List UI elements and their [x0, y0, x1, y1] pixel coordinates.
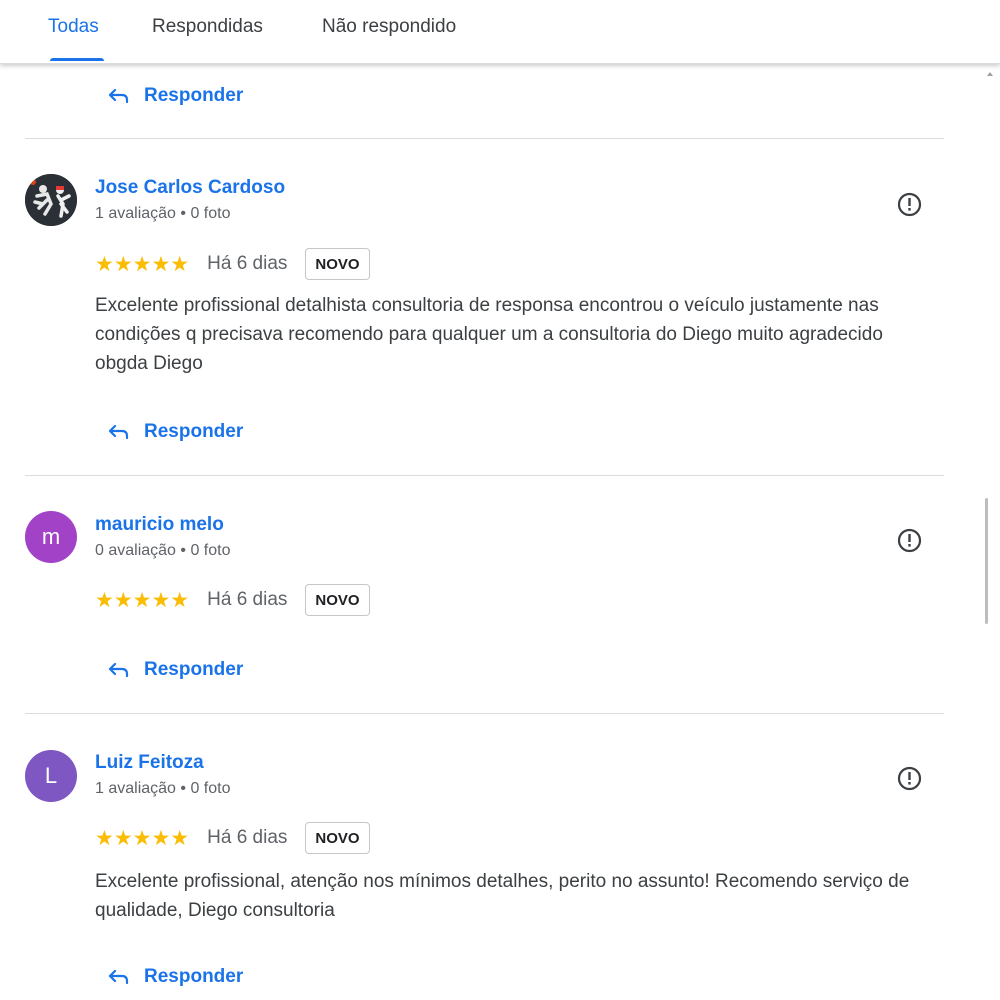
reviewer-photo: [25, 174, 77, 226]
rating-row: ★★★★★ Há 6 dias NOVO: [95, 247, 370, 281]
reviews-page: Todas Respondidas Não respondido Respond…: [0, 0, 1000, 1000]
star-rating: ★★★★★: [95, 826, 190, 850]
review-filter-tabs: Todas Respondidas Não respondido: [0, 0, 1000, 64]
reply-button[interactable]: Responder: [108, 655, 243, 685]
tab-nao-respondido[interactable]: Não respondido: [322, 16, 456, 64]
reviewer-name[interactable]: mauricio melo: [95, 514, 224, 536]
tab-label: Não respondido: [322, 16, 457, 37]
star-rating: ★★★★★: [95, 588, 190, 612]
reply-arrow-icon: [108, 88, 129, 104]
new-badge: NOVO: [305, 584, 370, 616]
review-divider: [25, 138, 944, 139]
star-rating: ★★★★★: [95, 252, 190, 276]
review-date: Há 6 dias: [207, 827, 288, 848]
report-exclamation-icon[interactable]: [896, 527, 923, 554]
review-divider: [25, 475, 944, 476]
scrollbar[interactable]: [983, 64, 1000, 1000]
reply-button[interactable]: Responder: [108, 81, 243, 111]
tab-respondidas[interactable]: Respondidas: [152, 16, 263, 64]
report-exclamation-icon[interactable]: [896, 191, 923, 218]
avatar-letter: m: [41, 524, 61, 549]
review-text: Excelente profissional, atenção nos míni…: [95, 871, 910, 921]
new-badge: NOVO: [305, 248, 370, 280]
tab-label: Todas: [48, 16, 99, 37]
review-date: Há 6 dias: [207, 589, 288, 610]
reviewer-meta: 1 avaliação • 0 foto: [95, 205, 231, 222]
reviewer-meta: 0 avaliação • 0 foto: [95, 542, 231, 559]
avatar[interactable]: [25, 174, 77, 226]
reply-button[interactable]: Responder: [108, 962, 243, 992]
reply-arrow-icon: [108, 969, 129, 985]
scrollbar-thumb[interactable]: [985, 498, 988, 624]
reply-label: Responder: [144, 421, 244, 442]
rating-row: ★★★★★ Há 6 dias NOVO: [95, 821, 370, 855]
tab-label: Respondidas: [152, 16, 263, 37]
avatar[interactable]: m: [25, 511, 77, 563]
review-date: Há 6 dias: [207, 253, 288, 274]
tab-todas[interactable]: Todas: [48, 16, 106, 64]
reply-arrow-icon: [108, 424, 129, 440]
reply-label: Responder: [144, 966, 244, 987]
avatar-letter: L: [44, 763, 58, 788]
reply-label: Responder: [144, 659, 244, 680]
reply-arrow-icon: [108, 662, 129, 678]
review-text: Excelente profissional detalhista consul…: [95, 295, 883, 374]
reply-label: Responder: [144, 85, 244, 106]
reply-button[interactable]: Responder: [108, 417, 243, 447]
active-tab-indicator: [50, 58, 104, 61]
rating-row: ★★★★★ Há 6 dias NOVO: [95, 583, 370, 617]
review-divider: [25, 713, 944, 714]
reviewer-name[interactable]: Jose Carlos Cardoso: [95, 177, 285, 199]
reviewer-name[interactable]: Luiz Feitoza: [95, 752, 204, 774]
scroll-up-arrow-icon[interactable]: [987, 72, 993, 76]
avatar[interactable]: L: [25, 750, 77, 802]
reviewer-meta: 1 avaliação • 0 foto: [95, 780, 231, 797]
new-badge: NOVO: [305, 822, 370, 854]
report-exclamation-icon[interactable]: [896, 765, 923, 792]
